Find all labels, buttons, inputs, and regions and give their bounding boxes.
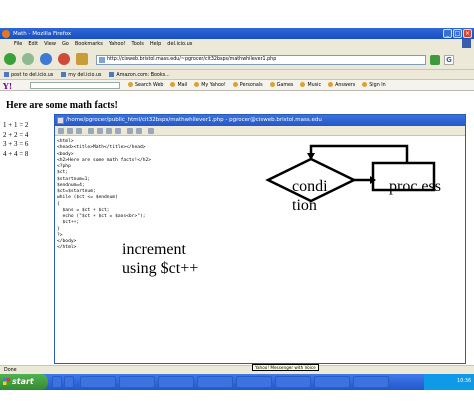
- paste-icon[interactable]: [115, 128, 121, 134]
- open-file-icon[interactable]: [67, 128, 73, 134]
- print-icon[interactable]: [88, 128, 94, 134]
- list-item: 4 + 4 = 8: [3, 149, 29, 158]
- yahoo-answers-button[interactable]: Answers: [328, 82, 355, 88]
- navigation-toolbar: http://cisweb.bristol.mass.edu/~pgrocer/…: [0, 48, 474, 70]
- editor-window[interactable]: /home/pgrocer/public_html/cit32bsps/math…: [54, 114, 466, 364]
- maximize-button[interactable]: □: [453, 29, 462, 38]
- window-controls: _ □ ×: [443, 29, 472, 38]
- editor-title: /home/pgrocer/public_html/cit32bsps/math…: [66, 117, 322, 123]
- condition-label: condi tion: [292, 178, 328, 214]
- yahoo-search-web-button[interactable]: Search Web: [128, 82, 163, 88]
- save-icon[interactable]: [76, 128, 82, 134]
- windows-logo-icon: [3, 378, 10, 385]
- menu-file[interactable]: File: [14, 41, 22, 47]
- bookmark-icon: [109, 71, 115, 77]
- yahoo-music-button[interactable]: Music: [300, 82, 321, 88]
- home-icon[interactable]: [76, 53, 88, 65]
- reload-icon[interactable]: [40, 53, 52, 65]
- bookmark-item[interactable]: Amazon.com: Books...: [109, 71, 170, 78]
- find-icon[interactable]: [148, 128, 154, 134]
- increment-annotation: increment using $ct++: [122, 241, 199, 277]
- go-button[interactable]: [430, 55, 440, 65]
- messenger-tooltip: Yahoo! Messenger with Voice: [252, 364, 319, 371]
- bookmark-item[interactable]: my del.icio.us: [61, 71, 101, 78]
- google-search-icon[interactable]: G: [444, 55, 454, 65]
- taskbar-window-button[interactable]: [275, 376, 311, 388]
- page-icon: [99, 57, 105, 63]
- yahoo-logo[interactable]: Y!: [3, 81, 12, 91]
- close-button[interactable]: ×: [463, 29, 472, 38]
- status-text: Done: [4, 368, 17, 373]
- new-file-icon[interactable]: [58, 128, 64, 134]
- menu-help[interactable]: Help: [150, 41, 161, 47]
- taskbar-window-button[interactable]: [236, 376, 272, 388]
- quicklaunch-icon[interactable]: [64, 376, 74, 388]
- bookmark-item[interactable]: post to del.icio.us: [4, 71, 53, 78]
- taskbar-window-button[interactable]: [314, 376, 350, 388]
- clock: 10:36: [457, 379, 471, 384]
- redo-icon[interactable]: [136, 128, 142, 134]
- bookmark-icon: [4, 71, 9, 77]
- stop-icon[interactable]: [58, 53, 70, 65]
- menu-tools[interactable]: Tools: [132, 41, 144, 47]
- taskbar-window-button[interactable]: [158, 376, 194, 388]
- math-facts-list: 1 + 1 = 2 2 + 2 = 4 3 + 3 = 6 4 + 4 = 8: [3, 121, 28, 159]
- yahoo-toolbar: Y! Search Web Mail My Yahoo! Personals G…: [0, 80, 474, 91]
- editor-app-icon: [57, 117, 64, 124]
- yahoo-mail-button[interactable]: Mail: [170, 82, 187, 88]
- process-label: proc ess: [389, 178, 441, 195]
- quicklaunch-icon[interactable]: [52, 376, 62, 388]
- menu-edit[interactable]: Edit: [28, 41, 38, 47]
- menu-bar: File Edit View Go Bookmarks Yahoo! Tools…: [0, 39, 474, 48]
- taskbar-window-button[interactable]: [80, 376, 116, 388]
- menu-delicious[interactable]: del.icio.us: [167, 41, 192, 47]
- url-text: http://cisweb.bristol.mass.edu/~pgrocer/…: [107, 57, 277, 62]
- back-icon[interactable]: [4, 53, 16, 65]
- bookmarks-toolbar: post to del.icio.us my del.icio.us Amazo…: [0, 70, 474, 80]
- browser-title-bar: Math - Mozilla Firefox _ □ ×: [0, 28, 474, 39]
- bookmark-icon: [61, 71, 67, 77]
- taskbar-window-button[interactable]: [197, 376, 233, 388]
- system-tray: 10:36: [424, 374, 474, 390]
- list-item: 2 + 2 = 4: [3, 130, 29, 139]
- code-line: <h2>Here are some math facts!</h2>: [57, 157, 152, 163]
- window-title: Math - Mozilla Firefox: [13, 30, 72, 37]
- copy-icon[interactable]: [106, 128, 112, 134]
- code-editor[interactable]: <html> <head><title>Math</title></head> <b…: [57, 139, 151, 252]
- forward-icon[interactable]: [22, 53, 34, 65]
- minimize-button[interactable]: _: [443, 29, 452, 38]
- windows-taskbar: start 10:36: [0, 374, 474, 390]
- editor-toolbar: [55, 126, 465, 136]
- menu-view[interactable]: View: [44, 41, 56, 47]
- page-heading: Here are some math facts!: [6, 100, 118, 111]
- yahoo-personals-button[interactable]: Personals: [233, 82, 263, 88]
- code-line: <head><title>Math</title></head>: [57, 145, 146, 151]
- yahoo-search-input[interactable]: [30, 82, 120, 89]
- menu-bookmarks[interactable]: Bookmarks: [75, 41, 103, 47]
- my-yahoo-button[interactable]: My Yahoo!: [194, 82, 226, 88]
- yahoo-games-button[interactable]: Games: [270, 82, 294, 88]
- menu-yahoo[interactable]: Yahoo!: [109, 41, 126, 47]
- editor-title-bar[interactable]: /home/pgrocer/public_html/cit32bsps/math…: [55, 115, 465, 126]
- taskbar-window-button[interactable]: [119, 376, 155, 388]
- cut-icon[interactable]: [97, 128, 103, 134]
- firefox-icon: [2, 29, 10, 38]
- taskbar-window-button[interactable]: [353, 376, 389, 388]
- undo-icon[interactable]: [127, 128, 133, 134]
- throbber-icon: [462, 39, 471, 48]
- start-button[interactable]: start: [0, 374, 48, 390]
- list-item: 3 + 3 = 6: [3, 140, 29, 148]
- yahoo-sign-in-button[interactable]: Sign In: [362, 82, 385, 88]
- list-item: 1 + 1 = 2: [3, 121, 29, 129]
- menu-go[interactable]: Go: [62, 41, 69, 47]
- url-input[interactable]: http://cisweb.bristol.mass.edu/~pgrocer/…: [96, 55, 426, 65]
